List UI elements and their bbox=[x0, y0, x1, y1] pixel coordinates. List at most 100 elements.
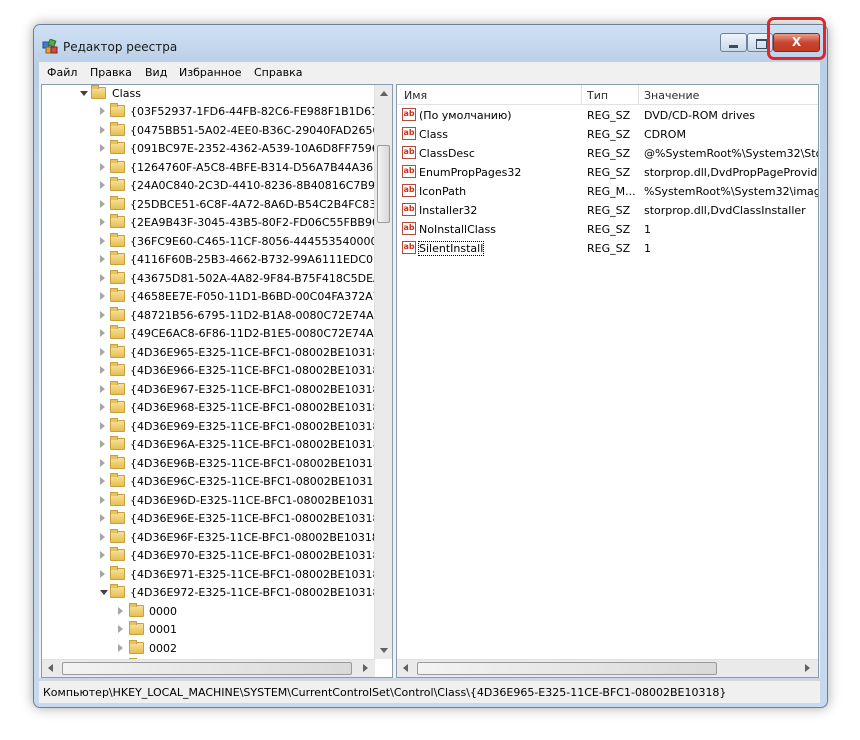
tree-horizontal-scrollbar[interactable] bbox=[42, 659, 375, 677]
column-divider[interactable] bbox=[581, 85, 582, 104]
expand-arrow-icon[interactable] bbox=[100, 385, 105, 393]
expand-arrow-icon[interactable] bbox=[100, 126, 105, 134]
tree-key[interactable]: {4D36E96A-E325-11CE-BFC1-08002BE10318} bbox=[42, 436, 387, 454]
value-row[interactable]: ab ClassDesc REG_SZ @%SystemRoot%\System32\… bbox=[397, 144, 818, 163]
expand-arrow-icon[interactable] bbox=[100, 107, 105, 115]
tree-key[interactable]: {4D36E96B-E325-11CE-BFC1-08002BE10318} bbox=[42, 455, 387, 473]
tree-key[interactable]: {48721B56-6795-11D2-B1A8-0080C72E74A2} bbox=[42, 307, 388, 325]
expand-arrow-icon[interactable] bbox=[100, 181, 105, 189]
expand-arrow-icon[interactable] bbox=[100, 459, 105, 467]
value-row[interactable]: ab IconPath REG_M... %SystemRoot%\System32\… bbox=[397, 182, 818, 201]
expand-arrow-icon[interactable] bbox=[100, 533, 105, 541]
expand-arrow-icon[interactable] bbox=[100, 366, 105, 374]
collapse-arrow-icon[interactable] bbox=[100, 590, 108, 595]
tree-key[interactable]: {03F52937-1FD6-44FB-82C6-FE988F1B1D61} bbox=[42, 103, 385, 121]
list-hscroll-thumb[interactable] bbox=[417, 662, 717, 675]
tree-key[interactable]: {36FC9E60-C465-11CF-8056-444553540000} bbox=[42, 233, 384, 251]
tree-key[interactable]: {4D36E967-E325-11CE-BFC1-08002BE10318} bbox=[42, 381, 387, 399]
expand-arrow-icon[interactable] bbox=[100, 477, 105, 485]
scroll-down-icon[interactable] bbox=[380, 648, 388, 653]
column-divider[interactable] bbox=[638, 85, 639, 104]
tree-key[interactable]: {0475BB51-5A02-4EE0-B36C-29040FAD2650} bbox=[42, 122, 387, 140]
list-horizontal-scrollbar[interactable] bbox=[397, 659, 818, 677]
title-bar[interactable]: Редактор реестра X bbox=[34, 17, 827, 61]
collapse-arrow-icon[interactable] bbox=[80, 91, 88, 96]
tree-key[interactable]: {1264760F-A5C8-4BFE-B314-D56A7B44A362} bbox=[42, 159, 387, 177]
tree-subkey[interactable]: 0001 bbox=[42, 621, 375, 639]
tree-key[interactable]: {4D36E972-E325-11CE-BFC1-08002BE10318} bbox=[42, 584, 387, 602]
minimize-button[interactable] bbox=[720, 33, 747, 52]
scroll-left-icon[interactable] bbox=[48, 664, 53, 672]
value-row[interactable]: ab EnumPropPages32 REG_SZ storprop.dll,DvdP… bbox=[397, 163, 818, 182]
values-list-pane[interactable]: Имя Тип Значение ab (По умолчанию) REG_SZ D… bbox=[396, 84, 819, 678]
expand-arrow-icon[interactable] bbox=[100, 255, 105, 263]
tree-key[interactable]: {25DBCE51-6C8F-4A72-8A6D-B54C2B4FC835} bbox=[42, 196, 390, 214]
value-row[interactable]: ab Class REG_SZ CDROM bbox=[397, 125, 818, 144]
tree-key[interactable]: {4D36E965-E325-11CE-BFC1-08002BE10318} bbox=[42, 344, 387, 362]
tree-vertical-scrollbar[interactable] bbox=[374, 85, 392, 659]
menu-help[interactable]: Справка bbox=[254, 66, 302, 79]
tree-key[interactable]: {49CE6AC8-6F86-11D2-B1E5-0080C72E74A2} bbox=[42, 325, 388, 343]
tree-key[interactable]: {2EA9B43F-3045-43B5-80F2-FD06C55FBB90} bbox=[42, 214, 386, 232]
expand-arrow-icon[interactable] bbox=[100, 292, 105, 300]
expand-arrow-icon[interactable] bbox=[100, 496, 105, 504]
expand-arrow-icon[interactable] bbox=[118, 607, 123, 615]
menu-view[interactable]: Вид bbox=[145, 66, 167, 79]
expand-arrow-icon[interactable] bbox=[100, 144, 105, 152]
tree-hscroll-thumb[interactable] bbox=[62, 662, 352, 675]
tree-key[interactable]: {4D36E96F-E325-11CE-BFC1-08002BE10318} bbox=[42, 529, 386, 547]
tree-key[interactable]: {4D36E966-E325-11CE-BFC1-08002BE10318} bbox=[42, 362, 387, 380]
column-header-name[interactable]: Имя bbox=[404, 89, 427, 102]
column-header-type[interactable]: Тип bbox=[587, 89, 608, 102]
tree-key-class[interactable]: Class bbox=[42, 85, 375, 103]
expand-arrow-icon[interactable] bbox=[100, 163, 105, 171]
scroll-up-icon[interactable] bbox=[380, 91, 388, 96]
tree-subkey[interactable]: 0002 bbox=[42, 640, 375, 658]
expand-arrow-icon[interactable] bbox=[118, 625, 123, 633]
expand-arrow-icon[interactable] bbox=[100, 440, 105, 448]
expand-arrow-icon[interactable] bbox=[100, 403, 105, 411]
expand-arrow-icon[interactable] bbox=[100, 329, 105, 337]
expand-arrow-icon[interactable] bbox=[100, 514, 105, 522]
tree-key[interactable]: {4D36E96D-E325-11CE-BFC1-08002BE10318} bbox=[42, 492, 388, 510]
tree-key[interactable]: {091BC97E-2352-4362-A539-10A6D8FF7596} bbox=[42, 140, 386, 158]
scroll-right-icon[interactable] bbox=[363, 664, 368, 672]
tree-subkey[interactable]: 0000 bbox=[42, 603, 375, 621]
value-name: SilentInstall bbox=[417, 241, 485, 256]
expand-arrow-icon[interactable] bbox=[100, 348, 105, 356]
expand-arrow-icon[interactable] bbox=[100, 237, 105, 245]
expand-arrow-icon[interactable] bbox=[118, 644, 123, 652]
tree-key[interactable]: {4D36E968-E325-11CE-BFC1-08002BE10318} bbox=[42, 399, 387, 417]
tree-key[interactable]: {4D36E971-E325-11CE-BFC1-08002BE10318} bbox=[42, 566, 387, 584]
value-row[interactable]: ab (По умолчанию) REG_SZ DVD/CD-ROM drives bbox=[397, 106, 818, 125]
tree-key[interactable]: {4658EE7E-F050-11D1-B6BD-00C04FA372A7} bbox=[42, 288, 387, 306]
menu-edit[interactable]: Правка bbox=[90, 66, 132, 79]
expand-arrow-icon[interactable] bbox=[100, 551, 105, 559]
expand-arrow-icon[interactable] bbox=[100, 200, 105, 208]
value-row[interactable]: ab SilentInstall REG_SZ 1 bbox=[397, 239, 818, 258]
scroll-right-icon[interactable] bbox=[805, 664, 810, 672]
tree-key[interactable]: {24A0C840-2C3D-4410-8236-8B40816C7B90} bbox=[42, 177, 389, 195]
scroll-left-icon[interactable] bbox=[403, 664, 408, 672]
folder-icon bbox=[129, 621, 144, 635]
tree-key[interactable]: {4D36E96E-E325-11CE-BFC1-08002BE10318} bbox=[42, 510, 386, 528]
tree-key[interactable]: {4D36E969-E325-11CE-BFC1-08002BE10318} bbox=[42, 418, 387, 436]
expand-arrow-icon[interactable] bbox=[100, 274, 105, 282]
value-row[interactable]: ab NoInstallClass REG_SZ 1 bbox=[397, 220, 818, 239]
menu-file[interactable]: Файл bbox=[47, 66, 77, 79]
value-row[interactable]: ab Installer32 REG_SZ storprop.dll,DvdClass… bbox=[397, 201, 818, 220]
column-header-value[interactable]: Значение bbox=[644, 89, 699, 102]
tree-key-label: {03F52937-1FD6-44FB-82C6-FE988F1B1D61} bbox=[130, 105, 386, 118]
menu-favorites[interactable]: Избранное bbox=[179, 66, 241, 79]
tree-key[interactable]: {43675D81-502A-4A82-9F84-B75F418C5DEA} bbox=[42, 270, 388, 288]
expand-arrow-icon[interactable] bbox=[100, 218, 105, 226]
tree-scroll-thumb[interactable] bbox=[377, 145, 390, 223]
tree-key-label: {4D36E970-E325-11CE-BFC1-08002BE10318} bbox=[130, 549, 387, 562]
expand-arrow-icon[interactable] bbox=[100, 422, 105, 430]
expand-arrow-icon[interactable] bbox=[100, 570, 105, 578]
key-tree-pane[interactable]: Class {03F52937-1FD6-44FB-82C6-FE988F1B1D… bbox=[41, 84, 393, 678]
tree-key[interactable]: {4116F60B-25B3-4662-B732-99A6111EDC0B} bbox=[42, 251, 388, 269]
expand-arrow-icon[interactable] bbox=[100, 311, 105, 319]
tree-key[interactable]: {4D36E970-E325-11CE-BFC1-08002BE10318} bbox=[42, 547, 387, 565]
tree-key[interactable]: {4D36E96C-E325-11CE-BFC1-08002BE10318} bbox=[42, 473, 387, 491]
